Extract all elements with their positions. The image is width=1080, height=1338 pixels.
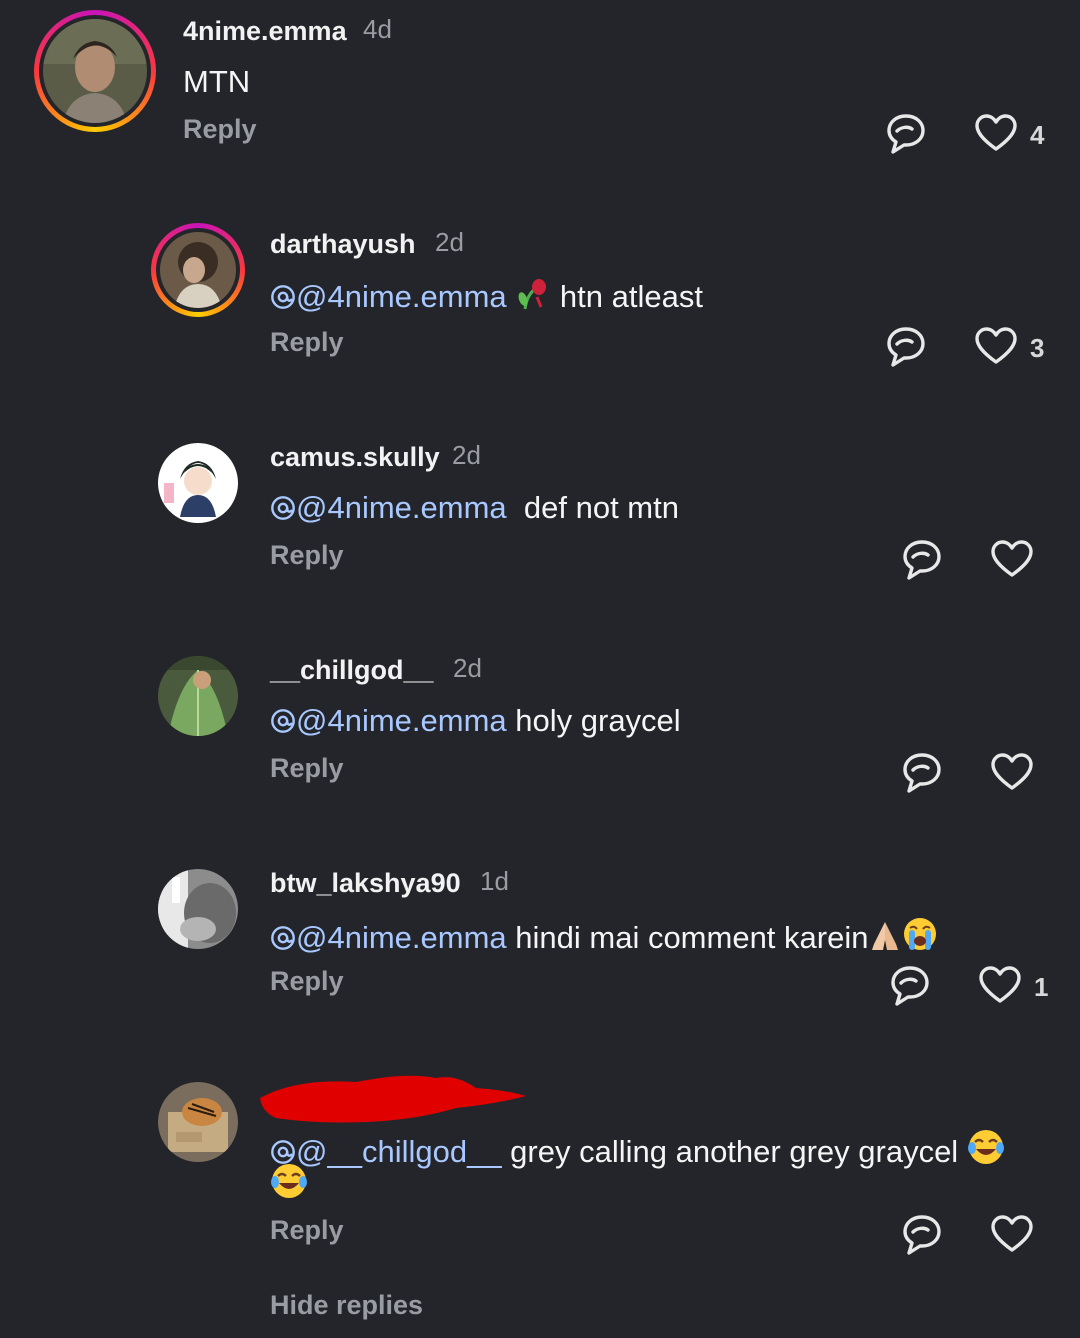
mention-link[interactable]: @4nime.emma [296, 703, 507, 738]
threads-at-icon [270, 925, 296, 951]
timestamp: 2d [453, 653, 482, 683]
tears-of-joy-icon [967, 1130, 1004, 1164]
like-count: 4 [1030, 120, 1045, 150]
repost-icon[interactable] [884, 112, 928, 156]
avatar [160, 232, 236, 308]
hide-replies-button[interactable]: Hide replies [270, 1290, 423, 1321]
comment-text-body: grey calling another grey graycel [501, 1134, 959, 1169]
timestamp: 4d [363, 14, 392, 44]
timestamp: 1d [480, 866, 509, 896]
heart-icon[interactable] [978, 964, 1022, 1008]
repost-icon[interactable] [900, 751, 944, 795]
heart-icon[interactable] [990, 1213, 1034, 1257]
heart-icon[interactable] [990, 538, 1034, 582]
comment-text: @4nime.emma htn atleast [270, 277, 703, 315]
repost-icon[interactable] [888, 964, 932, 1008]
comment-text: @4nime.emma holy graycel [270, 703, 681, 739]
mention-link[interactable]: @4nime.emma [296, 920, 507, 955]
loudly-crying-face-icon [904, 918, 937, 950]
username[interactable]: darthayush [270, 229, 416, 260]
mention-link[interactable]: @4nime.emma [296, 490, 507, 525]
redaction-scribble [260, 1075, 526, 1123]
wilted-rose-icon [518, 279, 547, 310]
mention-link[interactable]: @4nime.emma [296, 279, 507, 314]
reply-button[interactable]: Reply [183, 114, 257, 145]
avatar[interactable] [158, 656, 238, 736]
threads-at-icon [270, 284, 296, 310]
mention-link[interactable]: @__chillgod__ [296, 1134, 502, 1169]
username[interactable]: __chillgod__ [270, 655, 434, 686]
reply-button[interactable]: Reply [270, 540, 344, 571]
comment-text: @4nime.emma def not mtn [270, 490, 679, 526]
repost-icon[interactable] [900, 538, 944, 582]
comment-thread: 4nime.emma 4d MTN Reply 4 darthayush 2d … [0, 0, 1080, 1338]
comment-text: @__chillgod__ grey calling another grey … [270, 1128, 1005, 1170]
avatar[interactable] [158, 1082, 238, 1162]
avatar [43, 19, 147, 123]
repost-icon[interactable] [900, 1213, 944, 1257]
reply-button[interactable]: Reply [270, 966, 344, 997]
username[interactable]: 4nime.emma [183, 16, 347, 47]
avatar[interactable] [158, 443, 238, 523]
username[interactable]: btw_lakshya90 [270, 868, 461, 899]
avatar-ring[interactable] [34, 10, 156, 132]
timestamp: 2d [452, 440, 481, 470]
comment-text: MTN [183, 64, 251, 99]
avatar-ring[interactable] [151, 223, 245, 317]
comment-text-body: def not mtn [506, 490, 679, 525]
heart-icon[interactable] [974, 325, 1018, 369]
tears-of-joy-icon [271, 1164, 307, 1198]
threads-at-icon [270, 495, 296, 521]
comment-text: @4nime.emma hindi mai comment karein [270, 916, 938, 956]
reply-button[interactable]: Reply [270, 753, 344, 784]
folded-hands-icon [872, 922, 899, 950]
like-count: 3 [1030, 333, 1045, 363]
reply-button[interactable]: Reply [270, 1215, 344, 1246]
heart-icon[interactable] [974, 112, 1018, 156]
comment-text-body: hindi mai comment karein [506, 920, 869, 955]
reply-button[interactable]: Reply [270, 327, 344, 358]
threads-at-icon [270, 708, 296, 734]
like-count: 1 [1034, 972, 1049, 1002]
repost-icon[interactable] [884, 325, 928, 369]
heart-icon[interactable] [990, 751, 1034, 795]
timestamp: 2d [435, 227, 464, 257]
username[interactable]: camus.skully [270, 442, 440, 473]
comment-text-body: holy graycel [506, 703, 681, 738]
comment-text-body: htn atleast [551, 279, 703, 314]
avatar[interactable] [158, 869, 238, 949]
